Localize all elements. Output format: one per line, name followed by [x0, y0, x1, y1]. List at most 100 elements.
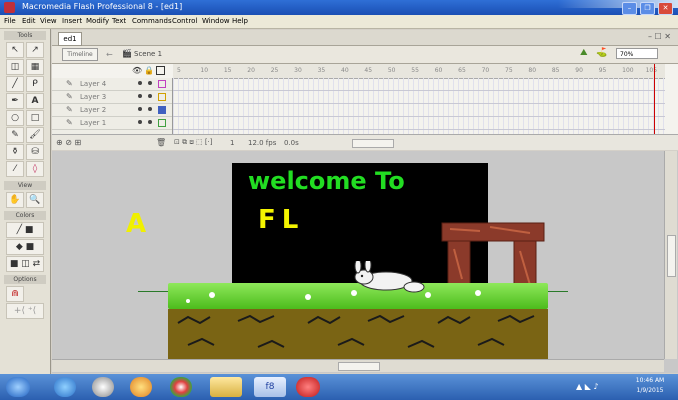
outline-square-icon[interactable] — [158, 106, 166, 114]
frame-row[interactable] — [173, 104, 665, 117]
visibility-dot-icon[interactable] — [138, 120, 142, 124]
menu-commands[interactable]: Commands — [132, 17, 172, 25]
layer-row[interactable]: ✎ Layer 4 — [52, 78, 172, 91]
timeline-toggle-button[interactable]: Timeline — [62, 48, 98, 61]
lock-column-icon[interactable]: 🔒 — [144, 66, 154, 75]
timeline-hscroll[interactable] — [352, 139, 394, 148]
hand-tool-icon[interactable]: ✋ — [6, 192, 24, 208]
outline-square-icon[interactable] — [158, 119, 166, 127]
minimize-button[interactable]: – — [622, 2, 637, 15]
lock-dot-icon[interactable] — [148, 120, 152, 124]
chrome-icon[interactable] — [170, 377, 192, 397]
app-icon[interactable] — [130, 377, 152, 397]
frames-grid[interactable] — [173, 78, 665, 134]
pen-tool-icon[interactable]: ✒ — [6, 93, 24, 109]
smooth-straighten-icon[interactable]: +⟨ ⁺⟨ — [6, 303, 44, 319]
paint-bucket-icon[interactable]: ⛁ — [26, 144, 44, 160]
onion-skin-icons[interactable]: ⊡ ⧉ ⧈ ⬚ [·] — [174, 138, 213, 147]
lock-dot-icon[interactable] — [148, 94, 152, 98]
eyedropper-icon[interactable]: ⁄ — [6, 161, 24, 177]
add-layer-icon[interactable]: ⊕ ⊘ ⊞ — [56, 138, 81, 147]
edit-symbol-icon[interactable]: ⛳ — [596, 48, 607, 58]
vscroll-thumb[interactable] — [667, 235, 676, 277]
flash-taskbar-icon[interactable]: f8 — [254, 377, 286, 397]
pencil-icon: ✎ — [66, 118, 73, 127]
menu-file[interactable]: File — [4, 17, 16, 25]
letter-a-text[interactable]: A — [126, 209, 146, 239]
ruler-tick-label: 55 — [411, 67, 419, 74]
pencil-tool-icon[interactable]: ✎ — [6, 127, 24, 143]
menu-modify[interactable]: Modify — [86, 17, 109, 25]
start-button-icon[interactable] — [6, 377, 30, 397]
ie-icon[interactable] — [54, 377, 76, 397]
tray-icons[interactable]: ▲ ◣ ♪ — [576, 382, 599, 391]
menu-edit[interactable]: Edit — [22, 17, 36, 25]
hscroll-thumb[interactable] — [338, 362, 380, 371]
clock[interactable]: 10:46 AM 1/9/2015 — [624, 376, 676, 398]
gradient-transform-icon[interactable]: ▦ — [26, 59, 44, 75]
subselect-tool-icon[interactable]: ↗ — [26, 42, 44, 58]
swap-colors-icon[interactable]: ■ ◫ ⇄ — [6, 256, 44, 272]
visibility-dot-icon[interactable] — [138, 107, 142, 111]
ruler-tick-label: 40 — [341, 67, 349, 74]
ink-bottle-icon[interactable]: ⚱ — [6, 144, 24, 160]
layer-row[interactable]: ✎ Layer 2 — [52, 104, 172, 117]
media-player-icon[interactable] — [92, 377, 114, 397]
ruler-tick-label: 30 — [294, 67, 302, 74]
zoom-select[interactable]: 70% — [616, 48, 658, 59]
snap-magnet-icon[interactable]: ⋒ — [6, 286, 24, 302]
menu-window[interactable]: Window — [202, 17, 230, 25]
menu-view[interactable]: View — [40, 17, 57, 25]
rectangle-tool-icon[interactable]: □ — [26, 110, 44, 126]
stroke-color-icon[interactable]: ╱ ■ — [6, 222, 44, 238]
layer-row[interactable]: ✎ Layer 1 — [52, 117, 172, 130]
close-button[interactable]: ✕ — [658, 2, 673, 15]
ruler-tick-label: 65 — [458, 67, 466, 74]
outline-column-icon[interactable] — [156, 66, 165, 75]
outline-square-icon[interactable] — [158, 80, 166, 88]
visibility-dot-icon[interactable] — [138, 81, 142, 85]
edit-scene-icon[interactable]: ⛰ — [580, 48, 588, 58]
frame-ruler[interactable]: 5 10 15 20 25 30 35 40 45 50 55 60 65 70 75 80 85 90 95 100… — [173, 64, 665, 79]
pencil-icon: ✎ — [66, 105, 73, 114]
rabbit-character[interactable] — [350, 261, 430, 295]
menu-help[interactable]: Help — [232, 17, 248, 25]
document-tab[interactable]: ed1 — [58, 32, 82, 46]
lock-dot-icon[interactable] — [148, 81, 152, 85]
scene-label: Scene 1 — [134, 50, 163, 58]
maximize-button[interactable]: ❐ — [640, 2, 655, 15]
lock-dot-icon[interactable] — [148, 107, 152, 111]
frame-row[interactable] — [173, 117, 665, 130]
stage-hscroll[interactable] — [52, 359, 664, 372]
folder-icon[interactable] — [210, 377, 242, 397]
delete-layer-icon[interactable]: 🗑 — [156, 138, 166, 147]
line-tool-icon[interactable]: ╱ — [6, 76, 24, 92]
stage-vscroll[interactable] — [664, 151, 677, 359]
layer-row[interactable]: ✎ Layer 3 — [52, 91, 172, 104]
menu-control[interactable]: Control — [172, 17, 197, 25]
visibility-dot-icon[interactable] — [138, 94, 142, 98]
fill-color-icon[interactable]: ◆ ■ — [6, 239, 44, 255]
document-tabs: ed1 – ☐ ✕ — [52, 30, 678, 46]
eye-column-icon[interactable]: 👁 — [132, 66, 142, 75]
oval-tool-icon[interactable]: ○ — [6, 110, 24, 126]
clock-time: 10:46 AM — [635, 377, 665, 384]
zoom-tool-icon[interactable]: 🔍 — [26, 192, 44, 208]
eraser-icon[interactable]: ◊ — [26, 161, 44, 177]
frame-row[interactable] — [173, 78, 665, 91]
brush-tool-icon[interactable]: 🖌 — [26, 127, 44, 143]
opera-icon[interactable] — [296, 377, 320, 397]
lasso-tool-icon[interactable]: ᑭ — [26, 76, 44, 92]
outline-square-icon[interactable] — [158, 93, 166, 101]
text-tool-icon[interactable]: A — [26, 93, 44, 109]
back-arrow-icon[interactable]: ← — [106, 50, 113, 59]
layer-name: Layer 1 — [80, 119, 107, 127]
frame-row[interactable] — [173, 91, 665, 104]
panel-menu-icon[interactable]: – ☐ ✕ — [648, 32, 671, 41]
free-transform-icon[interactable]: ◫ — [6, 59, 24, 75]
welcome-text[interactable]: welcome To — [248, 167, 405, 195]
menu-insert[interactable]: Insert — [62, 17, 82, 25]
fl-text[interactable]: FL — [258, 205, 304, 235]
menu-text[interactable]: Text — [112, 17, 126, 25]
selection-tool-icon[interactable]: ↖ — [6, 42, 24, 58]
